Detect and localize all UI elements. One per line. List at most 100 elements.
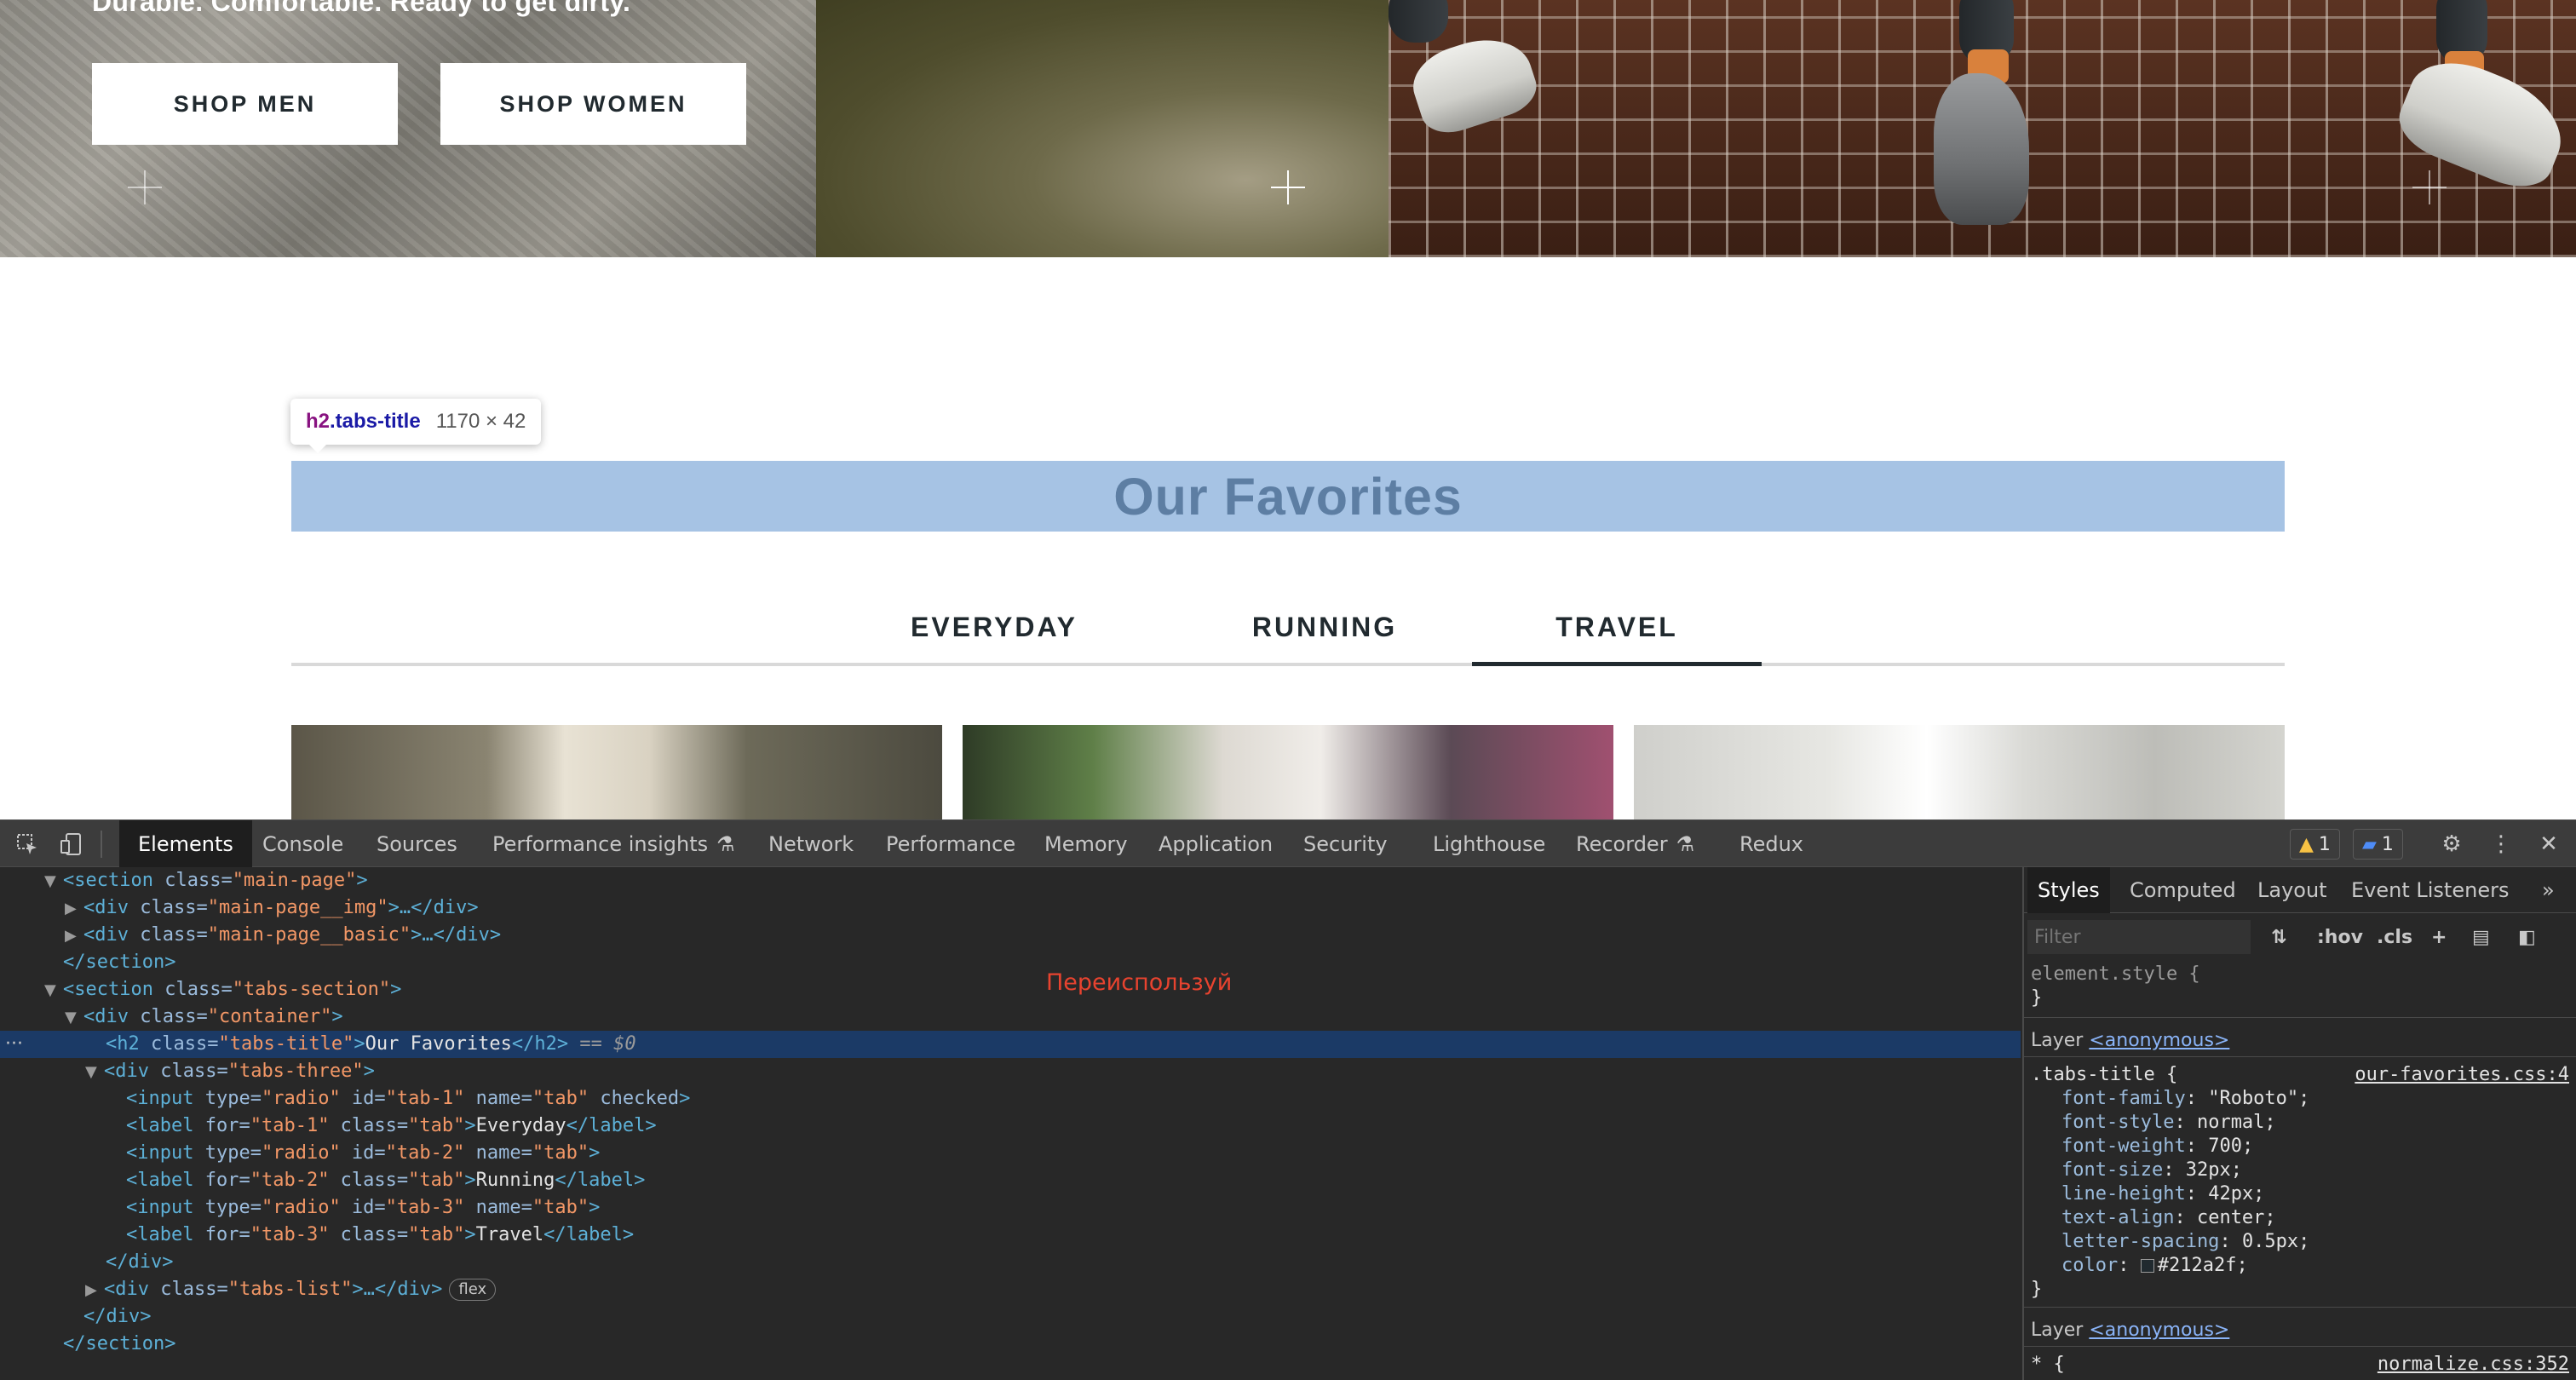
dom-node-line[interactable]: <input type="radio" id="tab-2" name="tab… bbox=[0, 1140, 2021, 1167]
css-property-line[interactable]: letter-spacing: 0.5px; bbox=[2031, 1230, 2309, 1254]
styles-tab-event-listeners[interactable]: Event Listeners bbox=[2341, 867, 2519, 913]
dom-node-line[interactable]: ▶ <div class="tabs-list">…</div> flex bbox=[0, 1276, 2021, 1303]
css-property-line[interactable]: font-family: "Roboto"; bbox=[2031, 1087, 2309, 1111]
tab-travel[interactable]: TRAVEL bbox=[1472, 588, 1762, 666]
expand-triangle-icon[interactable]: ▶ bbox=[65, 895, 83, 923]
dom-tag: <div bbox=[104, 1061, 149, 1082]
shop-men-button[interactable]: SHOP MEN bbox=[92, 63, 398, 145]
dom-node-line[interactable]: <label for="tab-1" class="tab">Everyday<… bbox=[0, 1113, 2021, 1140]
collapse-triangle-icon[interactable]: ▼ bbox=[44, 868, 63, 895]
styles-pane: Styles Computed Layout Event Listeners »… bbox=[2022, 867, 2576, 1380]
dom-node-line[interactable]: ▼ <section class="tabs-section"> bbox=[0, 976, 2021, 1003]
dom-tag: <label bbox=[126, 1115, 194, 1136]
shop-women-button[interactable]: SHOP WOMEN bbox=[440, 63, 746, 145]
rule-source-link[interactable]: our-favorites.css:4 bbox=[2355, 1063, 2569, 1087]
more-tabs-chevron-icon[interactable]: » bbox=[2532, 867, 2565, 913]
collapse-triangle-icon[interactable]: ▼ bbox=[65, 1004, 83, 1032]
product-card-image[interactable] bbox=[1634, 725, 2285, 819]
dom-attr: name= bbox=[464, 1142, 532, 1164]
devtools-tab-elements[interactable]: Elements bbox=[119, 820, 252, 868]
dom-value: "tabs-title" bbox=[218, 1033, 354, 1055]
inspect-element-icon[interactable] bbox=[14, 831, 41, 858]
rule-source-link[interactable]: normalize.css:352 bbox=[2378, 1353, 2569, 1377]
more-dots-icon[interactable]: ··· bbox=[5, 1031, 23, 1058]
dom-attr: class= bbox=[148, 1279, 228, 1300]
collapse-triangle-icon[interactable]: ▼ bbox=[44, 977, 63, 1004]
dom-tag: <input bbox=[126, 1197, 194, 1218]
dom-node-line[interactable]: </div> bbox=[0, 1249, 2021, 1276]
new-rule-plus-icon[interactable]: + bbox=[2431, 920, 2447, 954]
device-toolbar-icon[interactable] bbox=[58, 831, 85, 858]
elements-dom-tree: ▼ <section class="main-page"> ▶ <div class… bbox=[0, 867, 2021, 1380]
leg-left bbox=[1389, 0, 1448, 43]
messages-badge[interactable]: ▰ 1 bbox=[2353, 829, 2403, 860]
css-property-line[interactable]: line-height: 42px; bbox=[2031, 1182, 2264, 1206]
devtools-tab-sources[interactable]: Sources bbox=[358, 820, 476, 868]
dom-node-line-selected[interactable]: ··· <h2 class="tabs-title">Our Favorites… bbox=[0, 1031, 2021, 1058]
dom-value: "main-page" bbox=[232, 870, 357, 891]
dom-node-line[interactable]: <input type="radio" id="tab-3" name="tab… bbox=[0, 1194, 2021, 1222]
toggle-rendering-icon[interactable]: ⇅ bbox=[2271, 920, 2286, 954]
section-divider bbox=[2024, 1056, 2576, 1057]
dom-node-line[interactable]: ▶ <div class="main-page__img">…</div> bbox=[0, 894, 2021, 922]
dom-node-line[interactable]: ▼ <div class="tabs-three"> bbox=[0, 1058, 2021, 1085]
tab-running[interactable]: RUNNING bbox=[1180, 588, 1469, 666]
dom-node-line[interactable]: </section> bbox=[0, 949, 2021, 976]
rule-selector: * { bbox=[2031, 1354, 2065, 1375]
dom-node-line[interactable]: <input type="radio" id="tab-1" name="tab… bbox=[0, 1085, 2021, 1113]
css-property-line[interactable]: font-style: normal; bbox=[2031, 1111, 2276, 1135]
layer-link[interactable]: <anonymous> bbox=[2089, 1320, 2229, 1341]
css-property-line[interactable]: color: #212a2f; bbox=[2031, 1254, 2248, 1278]
devtools-tab-performance-insights[interactable]: Performance insights ⚗ bbox=[474, 820, 754, 868]
flex-badge[interactable]: flex bbox=[449, 1279, 497, 1301]
hotspot-plus-icon[interactable] bbox=[2412, 170, 2447, 204]
css-property-line[interactable]: font-weight: 700; bbox=[2031, 1135, 2253, 1159]
more-options-icon[interactable]: ⋮ bbox=[2487, 831, 2515, 858]
product-card-image[interactable] bbox=[291, 725, 942, 819]
dom-node-line[interactable]: ▼ <section class="main-page"> bbox=[0, 867, 2021, 894]
toggle-sidebar-icon[interactable]: ◧ bbox=[2518, 920, 2536, 954]
tab-everyday[interactable]: EVERYDAY bbox=[849, 588, 1139, 666]
devtools-tab-lighthouse[interactable]: Lighthouse bbox=[1414, 820, 1564, 868]
product-card-image[interactable] bbox=[963, 725, 1613, 819]
dom-text: Running bbox=[475, 1170, 555, 1191]
dom-node-line[interactable]: ▼ <div class="container"> bbox=[0, 1003, 2021, 1031]
class-toggle-button[interactable]: .cls bbox=[2377, 920, 2412, 954]
styles-filter-input[interactable] bbox=[2027, 920, 2251, 954]
devtools-tab-application[interactable]: Application bbox=[1140, 820, 1291, 868]
collapse-triangle-icon[interactable]: ▼ bbox=[85, 1059, 104, 1086]
dom-value: "radio" bbox=[261, 1088, 341, 1109]
layer-link[interactable]: <anonymous> bbox=[2089, 1030, 2229, 1051]
devtools-tab-recorder[interactable]: Recorder ⚗ bbox=[1557, 820, 1713, 868]
dom-value: "tab-3" bbox=[385, 1197, 465, 1218]
devtools-tab-console[interactable]: Console bbox=[244, 820, 362, 868]
css-property-line[interactable]: text-align: center; bbox=[2031, 1206, 2276, 1230]
css-property-line[interactable]: font-size: 32px; bbox=[2031, 1159, 2242, 1182]
devtools-tab-performance[interactable]: Performance bbox=[867, 820, 1034, 868]
devtools-tab-network[interactable]: Network bbox=[750, 820, 872, 868]
paint-roller-icon[interactable]: ▤ bbox=[2472, 920, 2490, 954]
settings-gear-icon[interactable]: ⚙ bbox=[2438, 831, 2465, 858]
dom-node-line[interactable]: <label for="tab-2" class="tab">Running</… bbox=[0, 1167, 2021, 1194]
color-swatch[interactable] bbox=[2140, 1259, 2154, 1273]
expand-triangle-icon[interactable]: ▶ bbox=[65, 923, 83, 950]
hotspot-plus-icon[interactable] bbox=[128, 170, 162, 204]
dom-node-line[interactable]: </section> bbox=[0, 1331, 2021, 1358]
hover-state-button[interactable]: :hov bbox=[2317, 920, 2363, 954]
dom-node-line[interactable]: ▶ <div class="main-page__basic">…</div> bbox=[0, 922, 2021, 949]
devtools-tab-security[interactable]: Security bbox=[1285, 820, 1406, 868]
devtools-tab-memory[interactable]: Memory bbox=[1026, 820, 1147, 868]
dom-node-line[interactable]: <label for="tab-3" class="tab">Travel</l… bbox=[0, 1222, 2021, 1249]
css-property-name: text-align bbox=[2061, 1207, 2175, 1228]
styles-tab-computed[interactable]: Computed bbox=[2119, 867, 2246, 913]
styles-tab-layout[interactable]: Layout bbox=[2247, 867, 2337, 913]
expand-triangle-icon[interactable]: ▶ bbox=[85, 1277, 104, 1304]
styles-tab-styles[interactable]: Styles bbox=[2027, 867, 2110, 913]
dom-tag: <h2 bbox=[106, 1033, 140, 1055]
warnings-badge[interactable]: ▲ 1 bbox=[2290, 829, 2340, 860]
devtools-tab-redux[interactable]: Redux bbox=[1721, 820, 1822, 868]
hotspot-plus-icon[interactable] bbox=[1271, 170, 1305, 204]
close-icon[interactable]: ✕ bbox=[2535, 831, 2562, 858]
dom-node-line[interactable]: </div> bbox=[0, 1303, 2021, 1331]
dom-tag: <div bbox=[83, 897, 129, 918]
